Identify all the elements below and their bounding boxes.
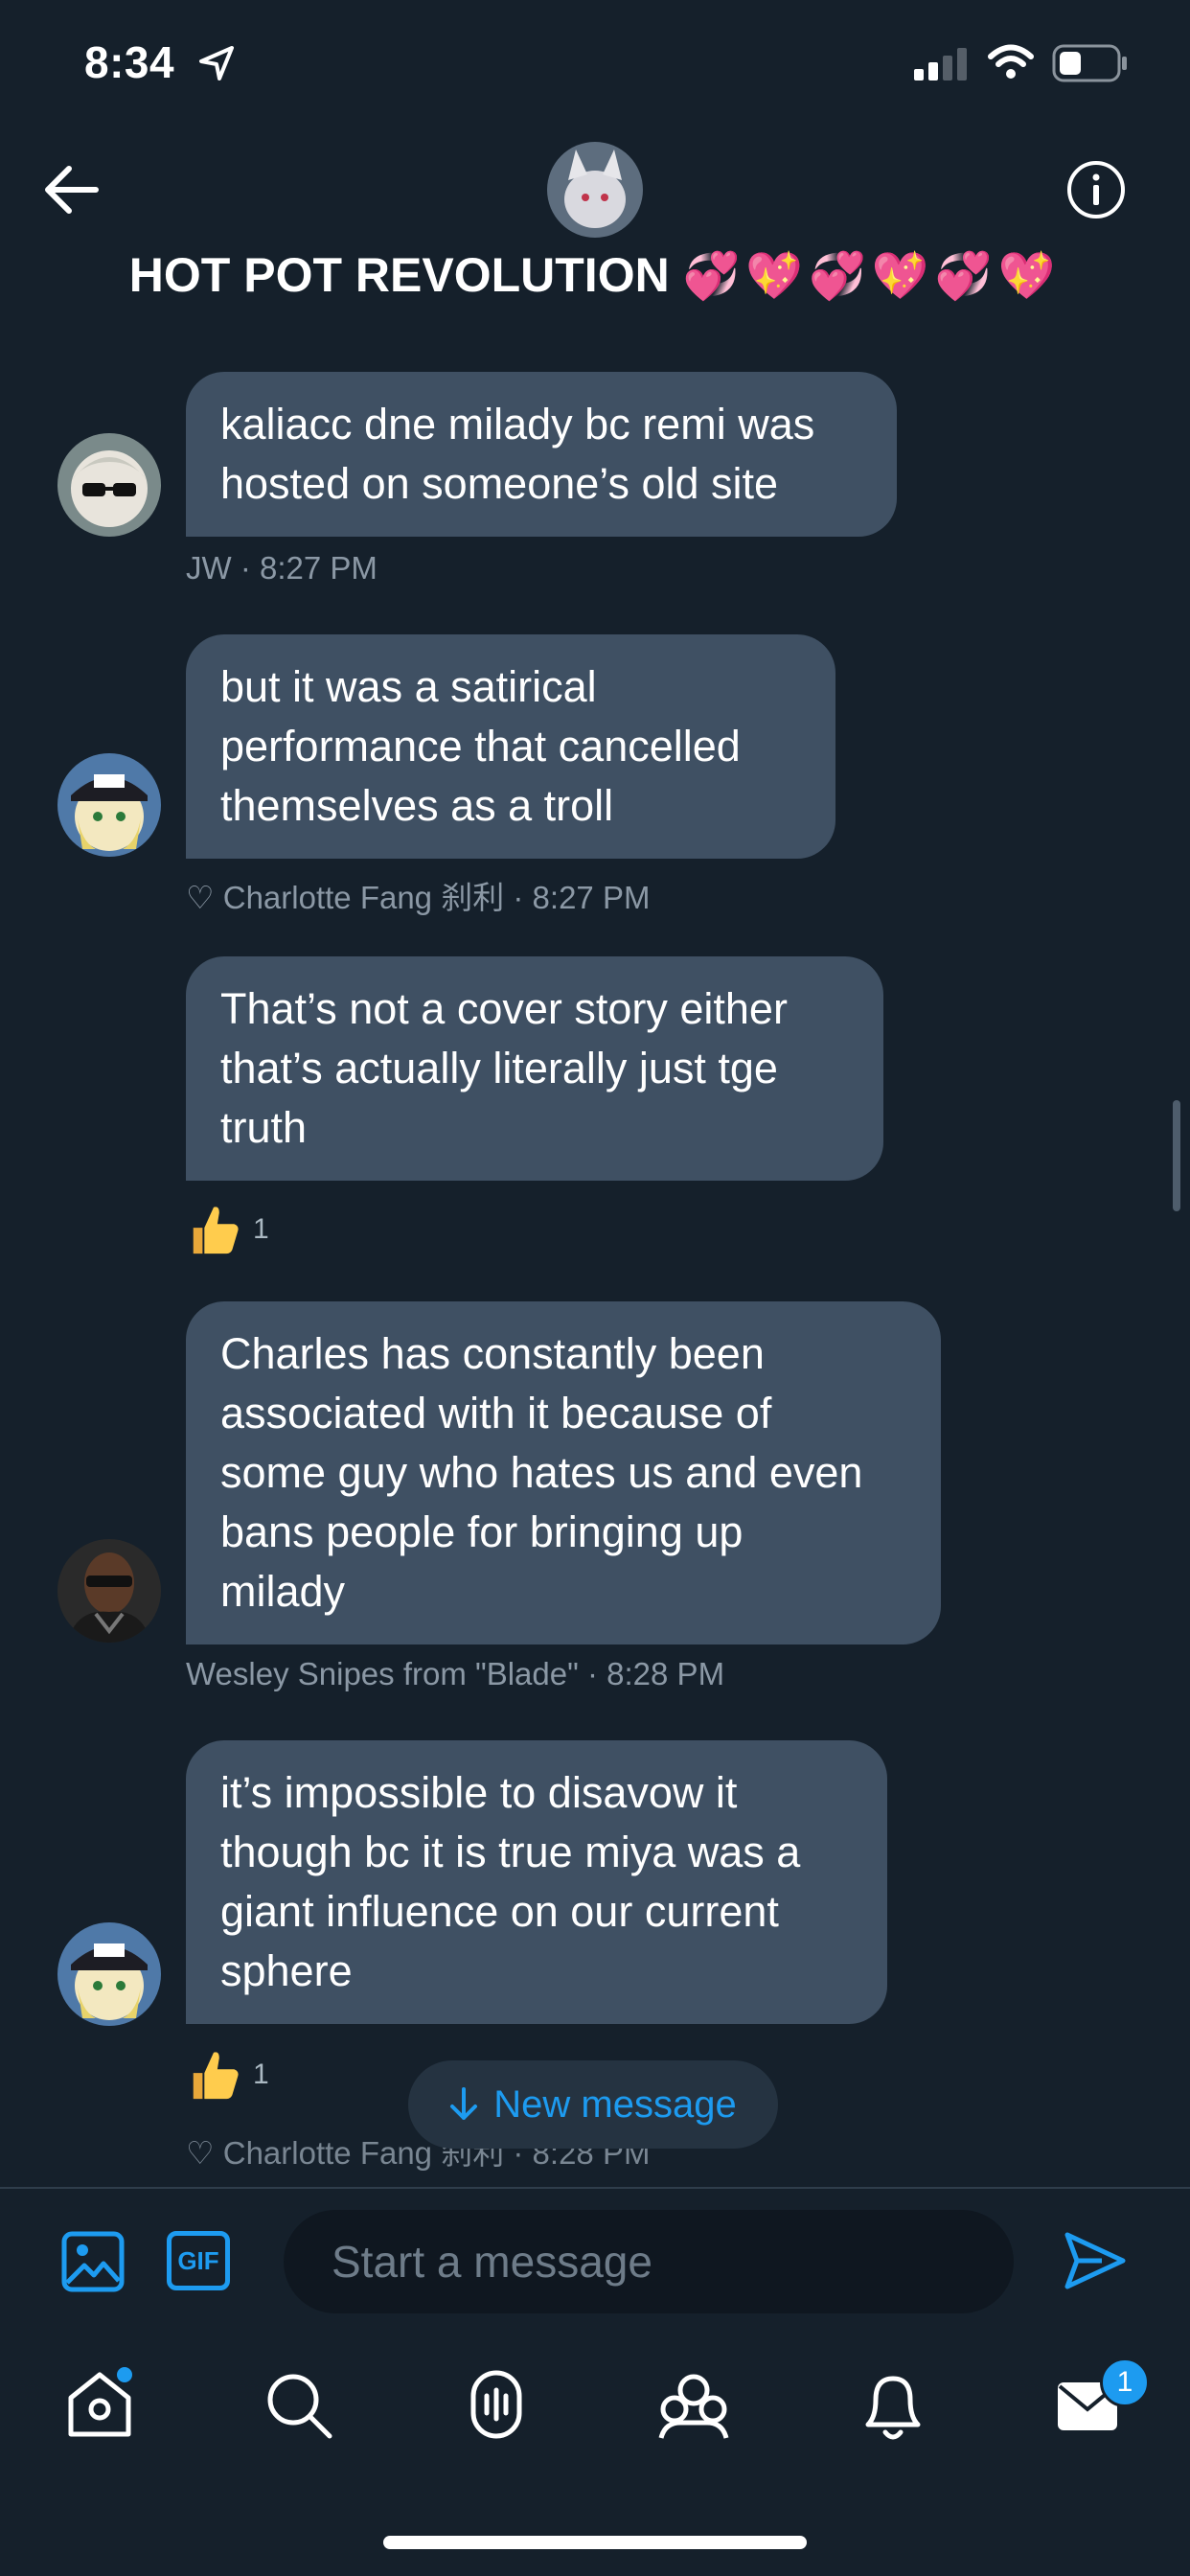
reaction[interactable]: 1	[186, 2047, 269, 2103]
message-bubble[interactable]: Charles has constantly been associated w…	[186, 1301, 941, 1644]
messages-badge-count: 1	[1116, 2366, 1133, 2398]
message-text-line: milady	[220, 1567, 346, 1616]
message-input[interactable]: Start a message	[284, 2210, 1014, 2313]
reaction[interactable]: 1	[186, 1202, 269, 1257]
message-text-line: associated with it because of	[220, 1389, 772, 1438]
message-meta: ♡ Charlotte Fang 刹利 · 8:27 PM	[186, 872, 650, 918]
message-bubble[interactable]: but it was a satirical performance that …	[186, 634, 835, 859]
home-icon[interactable]	[61, 2365, 138, 2442]
message-sender: ♡ Charlotte Fang 刹利	[186, 880, 505, 915]
home-indicator[interactable]	[383, 2536, 807, 2549]
avatar[interactable]	[57, 1539, 161, 1643]
message-text-line: some guy who hates us and even	[220, 1448, 863, 1497]
back-arrow-icon[interactable]	[42, 165, 100, 215]
spaces-icon[interactable]	[458, 2367, 535, 2444]
message-meta: Wesley Snipes from "Blade" · 8:28 PM	[186, 1656, 724, 1692]
message-text-line: hosted on someone’s old site	[220, 459, 779, 508]
avatar[interactable]	[57, 1922, 161, 2026]
message-text-line: bans people for bringing up	[220, 1507, 744, 1556]
message-bubble[interactable]: kaliacc dne milady bc remi was hosted on…	[186, 372, 897, 537]
message-input-placeholder: Start a message	[332, 2237, 652, 2287]
message-text-line: truth	[220, 1103, 308, 1152]
message-bubble[interactable]: it’s impossible to disavow it though bc …	[186, 1740, 887, 2024]
thumbs-up-icon	[193, 2052, 239, 2100]
message-sender: JW	[186, 550, 232, 586]
message-time: · 8:27 PM	[240, 550, 378, 586]
send-icon[interactable]	[1064, 2229, 1127, 2292]
messages-badge: 1	[1100, 2358, 1150, 2407]
message-text-line: Charles has constantly been	[220, 1329, 765, 1378]
message-text-line: sphere	[220, 1946, 353, 1995]
message-bubble[interactable]: That’s not a cover story either that’s a…	[186, 956, 883, 1181]
new-message-button[interactable]: New message	[408, 2060, 778, 2149]
composer-divider	[0, 2187, 1190, 2189]
gif-label: GIF	[177, 2245, 219, 2275]
location-arrow-icon	[199, 46, 234, 80]
cellular-signal-icon	[914, 48, 967, 80]
message-text-line: that’s actually literally just tge	[220, 1044, 778, 1092]
thumbs-up-icon	[193, 1207, 239, 1254]
message-time: · 8:27 PM	[513, 880, 651, 915]
message-time: · 8:28 PM	[587, 1656, 725, 1691]
message-text-line: kaliacc dne milady bc remi was	[220, 400, 815, 448]
info-icon[interactable]	[1065, 159, 1127, 220]
reaction-count: 1	[253, 2058, 269, 2090]
message-text-line: themselves as a troll	[220, 781, 614, 830]
battery-icon	[1052, 44, 1127, 82]
conversation-title-text: HOT POT REVOLUTION	[128, 248, 670, 302]
message-text-line: performance that cancelled	[220, 722, 741, 770]
avatar[interactable]	[57, 753, 161, 857]
message-sender: Wesley Snipes from "Blade"	[186, 1656, 579, 1691]
group-avatar[interactable]	[547, 142, 643, 238]
message-text-line: though bc it is true miya was a	[220, 1828, 801, 1876]
communities-icon[interactable]	[655, 2367, 732, 2444]
message-meta: JW · 8:27 PM	[186, 550, 378, 586]
image-icon[interactable]	[61, 2231, 125, 2292]
reaction-count: 1	[253, 1213, 269, 1245]
conversation-title-emoji: 💞💖💞💖💞💖	[682, 249, 1062, 303]
new-message-label: New message	[493, 2082, 737, 2126]
notifications-icon[interactable]	[855, 2367, 931, 2444]
search-icon[interactable]	[261, 2367, 337, 2444]
scrollbar-thumb[interactable]	[1173, 1100, 1180, 1211]
status-time: 8:34	[84, 37, 175, 87]
gif-button[interactable]: GIF	[167, 2231, 230, 2290]
conversation-title: HOT POT REVOLUTION 💞💖💞💖💞💖	[0, 247, 1190, 303]
avatar[interactable]	[57, 433, 161, 537]
message-text-line: That’s not a cover story either	[220, 984, 788, 1033]
wifi-icon	[988, 44, 1034, 79]
message-text-line: but it was a satirical	[220, 662, 597, 711]
message-text-line: it’s impossible to disavow it	[220, 1768, 738, 1817]
message-text-line: giant influence on our current	[220, 1887, 779, 1936]
arrow-down-icon	[450, 2087, 478, 2120]
